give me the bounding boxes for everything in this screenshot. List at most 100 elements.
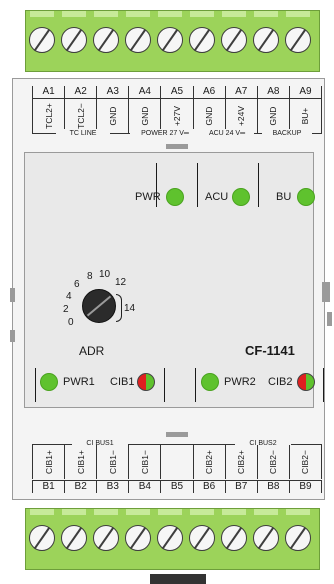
led-label-pwr2: PWR2 <box>224 376 256 388</box>
terminal-screw-icon[interactable] <box>29 27 55 53</box>
signal-label: TCL2+ <box>43 103 54 129</box>
adr-scale-8: 8 <box>87 271 93 282</box>
terminal-cap <box>126 509 150 515</box>
bottom-terminal-block <box>25 508 320 570</box>
signal-label: GND <box>107 106 118 126</box>
signal-label: BU+ <box>300 107 311 125</box>
center-tab <box>166 432 188 437</box>
terminal-code: B8 <box>256 481 289 493</box>
terminal-screw-icon[interactable] <box>93 27 119 53</box>
group-label-power: POWER 27 V═ <box>130 129 200 138</box>
terminal-cap <box>94 509 118 515</box>
left-clip <box>10 330 15 342</box>
terminal-cap <box>126 11 150 17</box>
terminal-screw-icon[interactable] <box>29 525 55 551</box>
led-label-pwr: PWR <box>135 191 161 203</box>
pwr-led <box>166 188 184 206</box>
signal-label: CIB1− <box>139 450 150 474</box>
terminal-code: B2 <box>64 481 96 493</box>
terminal-screw-icon[interactable] <box>157 525 183 551</box>
top-terminal-codes: A1 A2 A3 A4 A5 A6 A7 A8 A9 <box>32 86 322 98</box>
terminal-cap <box>30 509 54 515</box>
pwr1-led <box>40 373 58 391</box>
terminal-cap <box>286 509 310 515</box>
terminal-cap <box>254 509 278 515</box>
terminal-cap <box>158 11 182 17</box>
adr-scale-10: 10 <box>99 269 111 280</box>
adr-range-bracket <box>116 294 122 322</box>
terminal-screw-icon[interactable] <box>285 525 311 551</box>
cib1-led <box>137 373 155 391</box>
right-clip <box>327 312 332 326</box>
signal-label: CIB2− <box>300 450 311 474</box>
terminal-screw-icon[interactable] <box>221 27 247 53</box>
terminal-screw-icon[interactable] <box>253 525 279 551</box>
signal-label: GND <box>204 106 215 126</box>
cib2-led <box>297 373 315 391</box>
terminal-screw-icon[interactable] <box>125 27 151 53</box>
terminal-screw-icon[interactable] <box>253 27 279 53</box>
led-label-cib2: CIB2 <box>268 376 293 388</box>
bottom-signal-labels: CIB1+ CIB1+ CIB1− CIB1− CIB2+ CIB2+ CIB2… <box>32 445 322 479</box>
signal-label: CIB2− <box>268 450 279 474</box>
signal-label: +24V <box>236 105 247 127</box>
din-rail-latch[interactable] <box>150 574 206 584</box>
group-label-backup: BACKUP <box>262 129 312 138</box>
right-clip <box>322 282 330 302</box>
terminal-code: A6 <box>192 86 225 98</box>
top-terminal-block <box>25 10 320 72</box>
center-tab <box>166 144 188 149</box>
signal-label: CIB2+ <box>236 450 247 474</box>
terminal-code: A4 <box>128 86 160 98</box>
terminal-code: B5 <box>160 481 192 493</box>
adr-scale-12: 12 <box>115 277 127 288</box>
terminal-cap <box>254 11 278 17</box>
terminal-screw-icon[interactable] <box>285 27 311 53</box>
terminal-cap <box>62 509 86 515</box>
terminal-screw-icon[interactable] <box>61 27 87 53</box>
terminal-screw-icon[interactable] <box>61 525 87 551</box>
signal-label: CIB2+ <box>204 450 215 474</box>
model-number: CF-1141 <box>245 343 295 358</box>
signal-label: CIB1+ <box>43 450 54 474</box>
group-label-tc-line: TC LINE <box>56 129 110 138</box>
terminal-code: A7 <box>224 86 257 98</box>
switch-slot <box>86 295 112 317</box>
address-rotary-switch[interactable] <box>82 289 116 323</box>
terminal-screw-icon[interactable] <box>189 525 215 551</box>
acu-led <box>232 188 250 206</box>
terminal-screw-icon[interactable] <box>93 525 119 551</box>
divider <box>197 163 198 207</box>
terminal-screw-icon[interactable] <box>221 525 247 551</box>
led-label-bu: BU <box>276 191 292 203</box>
led-label-cib1: CIB1 <box>110 376 135 388</box>
terminal-code: A3 <box>96 86 128 98</box>
terminal-code: B9 <box>288 481 322 493</box>
led-label-acu: ACU <box>205 191 229 203</box>
terminal-screw-icon[interactable] <box>189 27 215 53</box>
adr-scale-14: 14 <box>124 303 136 314</box>
divider <box>323 368 324 402</box>
signal-label: CIB1+ <box>75 450 86 474</box>
terminal-cap <box>190 509 214 515</box>
signal-label: +27V <box>171 105 182 127</box>
adr-scale-4: 4 <box>66 291 72 302</box>
signal-label: GND <box>268 106 279 126</box>
terminal-code: A8 <box>256 86 289 98</box>
adr-scale-6: 6 <box>74 279 80 290</box>
signal-label: CIB1− <box>107 450 118 474</box>
terminal-code: B7 <box>224 481 257 493</box>
signal-label: TCL2− <box>75 103 86 129</box>
terminal-code: B4 <box>128 481 160 493</box>
adr-label: ADR <box>79 344 105 358</box>
terminal-code: B3 <box>96 481 128 493</box>
terminal-screw-icon[interactable] <box>125 525 151 551</box>
terminal-code: A5 <box>160 86 192 98</box>
terminal-cap <box>222 509 246 515</box>
divider <box>258 163 259 207</box>
terminal-cap <box>62 11 86 17</box>
terminal-screw-icon[interactable] <box>157 27 183 53</box>
terminal-cap <box>190 11 214 17</box>
divider <box>195 368 196 402</box>
terminal-code: A1 <box>32 86 64 98</box>
